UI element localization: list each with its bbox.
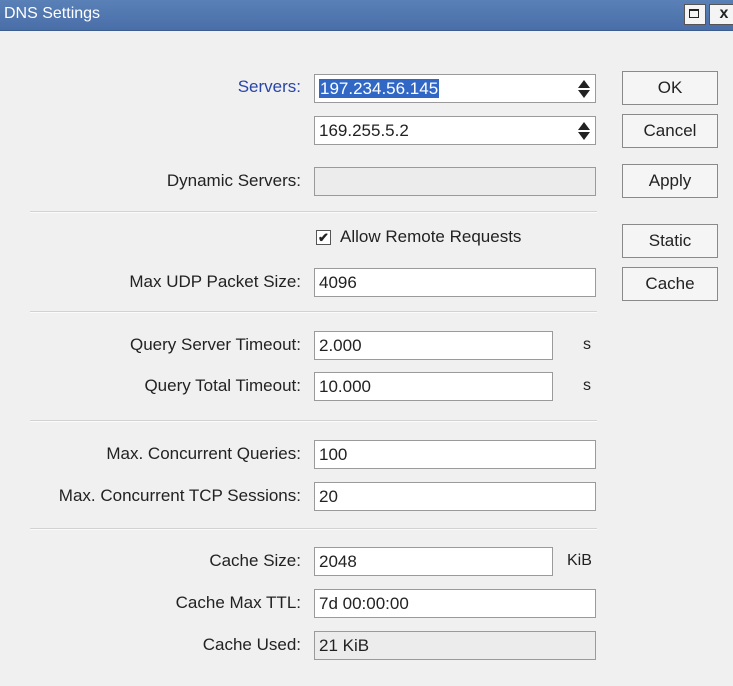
separator <box>30 211 597 213</box>
dns-settings-window: DNS Settings x Servers: 197.234.56.145 1… <box>0 0 733 686</box>
max-udp-label: Max UDP Packet Size: <box>129 272 301 291</box>
query-total-timeout-input[interactable]: 10.000 <box>314 372 553 401</box>
query-server-timeout-label: Query Server Timeout: <box>129 335 301 354</box>
apply-button[interactable]: Apply <box>622 164 718 198</box>
maximize-icon[interactable] <box>684 4 706 25</box>
close-icon[interactable]: x <box>709 4 733 25</box>
cache-button[interactable]: Cache <box>622 267 718 301</box>
ok-button[interactable]: OK <box>622 71 718 105</box>
max-tcp-sessions-label: Max. Concurrent TCP Sessions: <box>58 486 301 505</box>
static-button[interactable]: Static <box>622 224 718 258</box>
separator <box>30 420 597 422</box>
cancel-button[interactable]: Cancel <box>622 114 718 148</box>
cache-size-label: Cache Size: <box>209 551 301 570</box>
server-1-input[interactable]: 197.234.56.145 <box>314 74 596 103</box>
separator <box>30 528 597 530</box>
cache-size-unit: KiB <box>567 552 592 569</box>
max-concurrent-queries-label: Max. Concurrent Queries: <box>106 444 301 463</box>
cache-max-ttl-label: Cache Max TTL: <box>175 593 301 612</box>
query-total-timeout-unit: s <box>583 377 591 394</box>
dynamic-servers-field <box>314 167 596 196</box>
dynamic-servers-label: Dynamic Servers: <box>166 171 301 190</box>
cache-max-ttl-input[interactable]: 7d 00:00:00 <box>314 589 596 618</box>
query-total-timeout-label: Query Total Timeout: <box>144 376 301 395</box>
servers-label: Servers: <box>237 77 301 96</box>
server-2-input[interactable]: 169.255.5.2 <box>314 116 596 145</box>
allow-remote-checkbox[interactable]: ✔ <box>316 230 331 245</box>
server-1-value: 197.234.56.145 <box>319 79 440 98</box>
cache-used-field: 21 KiB <box>314 631 596 660</box>
query-server-timeout-input[interactable]: 2.000 <box>314 331 553 360</box>
cache-size-input[interactable]: 2048 <box>314 547 553 576</box>
max-udp-input[interactable]: 4096 <box>314 268 596 297</box>
server-2-updown-icon[interactable] <box>576 120 592 142</box>
server-1-updown-icon[interactable] <box>576 78 592 100</box>
query-server-timeout-unit: s <box>583 336 591 353</box>
title-bar[interactable]: DNS Settings x <box>0 0 733 31</box>
max-tcp-sessions-input[interactable]: 20 <box>314 482 596 511</box>
window-title: DNS Settings <box>4 5 101 22</box>
separator <box>30 311 597 313</box>
cache-used-label: Cache Used: <box>202 635 301 654</box>
allow-remote-label[interactable]: Allow Remote Requests <box>340 227 521 247</box>
max-concurrent-queries-input[interactable]: 100 <box>314 440 596 469</box>
